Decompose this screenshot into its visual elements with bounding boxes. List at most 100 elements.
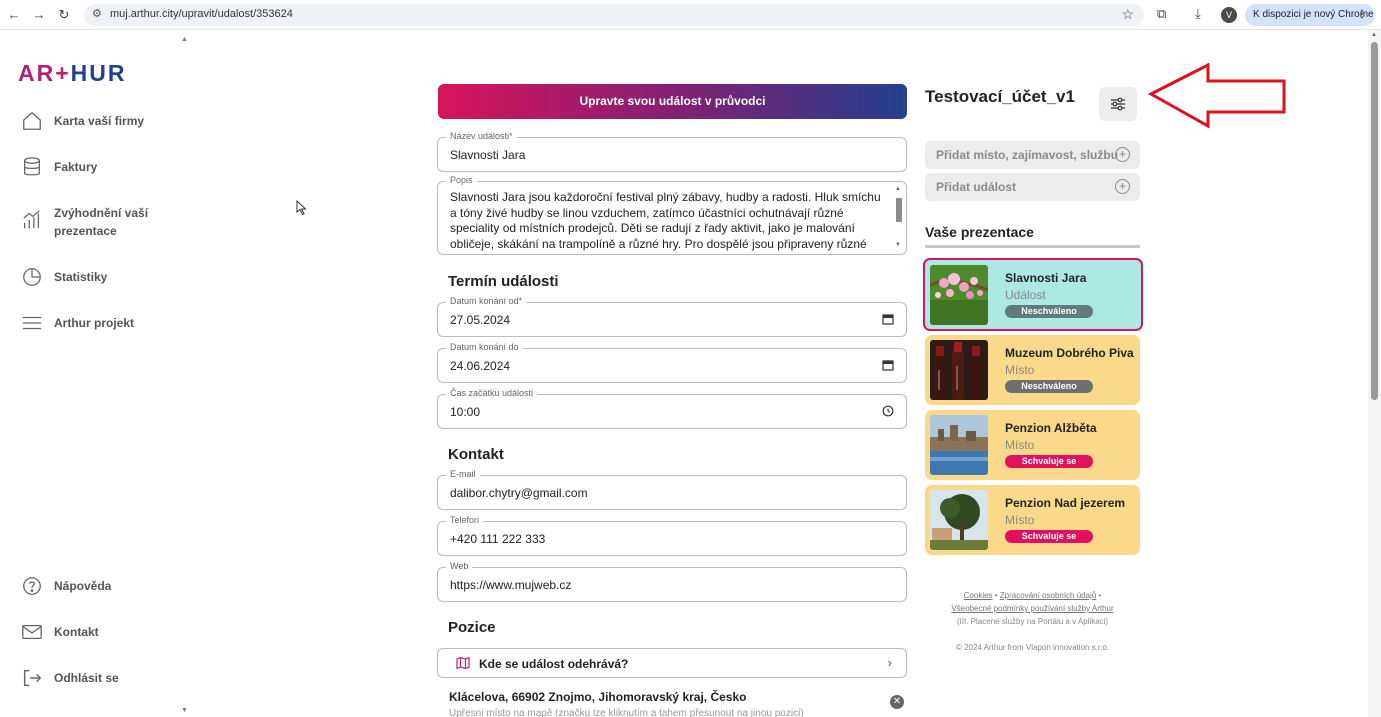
help-icon: [20, 574, 44, 598]
page-scrollbar[interactable]: ▲: [1368, 30, 1381, 717]
pie-chart-icon: [20, 265, 44, 289]
date-from-field[interactable]: Datum konání od* 27.05.2024: [437, 296, 907, 337]
sliders-icon: [1111, 97, 1125, 111]
field-label: Web: [446, 561, 473, 571]
field-value: Slavnosti Jara jsou každoroční festival …: [450, 190, 881, 251]
database-icon: [20, 155, 44, 179]
sidebar-item-label: Nápověda: [54, 579, 112, 593]
sidebar-item-logout[interactable]: Odhlásit se: [20, 666, 119, 690]
card-type: Místo: [1005, 363, 1035, 377]
privacy-link[interactable]: Zpracování osobních údajů: [1000, 591, 1097, 600]
card-name: Slavnosti Jara: [1005, 271, 1087, 285]
add-event-button[interactable]: Přidat událost +: [925, 173, 1140, 201]
forward-icon[interactable]: →: [31, 6, 47, 24]
field-label: Název události*: [446, 131, 517, 141]
settings-button[interactable]: [1099, 87, 1137, 121]
presentation-card-muzeum-dobreho-piva[interactable]: Muzeum Dobrého Piva Místo Neschváleno: [925, 335, 1140, 405]
extensions-icon[interactable]: ⧉: [1157, 6, 1166, 22]
web-field[interactable]: Web https://www.mujweb.cz: [437, 561, 907, 602]
download-icon[interactable]: ⤓: [1195, 6, 1201, 22]
field-value: 10:00: [450, 405, 481, 419]
card-type: Místo: [1005, 438, 1035, 452]
sidebar-item-label: Zvýhodnění vaší prezentace: [54, 204, 148, 240]
status-badge: Neschváleno: [1005, 380, 1093, 393]
clear-address-icon[interactable]: ✕: [890, 695, 904, 709]
terms-link[interactable]: Všeobecné podmínky používání služby Arth…: [951, 604, 1113, 613]
sidebar-item-label: Karta vaší firmy: [54, 114, 145, 128]
add-place-button[interactable]: Přidat místo, zajímavost, službu +: [925, 141, 1140, 169]
mouse-cursor-icon: [296, 200, 307, 216]
presentation-card-penzion-alzbeta[interactable]: Penzion Alžběta Místo Schvaluje se: [925, 410, 1140, 480]
email-field[interactable]: E-mail dalibor.chytry@gmail.com: [437, 469, 907, 510]
site-settings-icon[interactable]: ⚙: [92, 7, 102, 20]
presentation-card-slavnosti-jara[interactable]: Slavnosti Jara Událost Neschváleno: [923, 258, 1143, 331]
sidebar-item-promotion[interactable]: Zvýhodnění vaší prezentace: [20, 204, 148, 240]
sidebar-item-help[interactable]: Nápověda: [20, 574, 111, 598]
footer-links-line-1: Cookies • Zpracování osobních údajů •: [925, 591, 1140, 600]
sidebar-item-label: Faktury: [54, 160, 98, 174]
phone-field[interactable]: Telefon +420 111 222 333: [437, 515, 907, 556]
sidebar-scroll-up-icon[interactable]: ▲: [181, 36, 188, 43]
wizard-banner-button[interactable]: Upravte svou událost v průvodci: [438, 84, 907, 119]
footer-terms-note: (III. Placené služby na Portálu a v Apli…: [956, 617, 1109, 626]
sidebar-item-label: Kontakt: [54, 625, 99, 639]
page-scroll-thumb[interactable]: [1371, 42, 1378, 400]
textarea-scrollbar[interactable]: ▲ ▼: [895, 186, 903, 250]
field-value: Slavnosti Jara: [450, 148, 526, 162]
field-label: Popis: [446, 175, 477, 185]
back-icon[interactable]: ←: [6, 6, 22, 24]
mail-icon: [20, 620, 44, 644]
browser-toolbar: ← → ↻ ⚙ muj.arthur.city/upravit/udalost/…: [0, 0, 1381, 30]
chevron-right-icon: ›: [887, 655, 892, 670]
card-name: Muzeum Dobrého Piva: [1005, 346, 1134, 360]
sidebar-item-contact[interactable]: Kontakt: [20, 620, 99, 644]
logo-plus: +: [55, 60, 71, 86]
sidebar-item-label: Odhlásit se: [54, 671, 119, 685]
profile-avatar[interactable]: V: [1221, 7, 1237, 23]
field-label: Čas začátku události: [446, 388, 538, 398]
bookmark-star-icon[interactable]: ☆: [1121, 6, 1134, 23]
scroll-up-icon[interactable]: ▲: [895, 186, 901, 192]
add-place-label: Přidat místo, zajímavost, službu: [936, 148, 1119, 162]
field-label: Datum konání od*: [446, 296, 527, 306]
scroll-thumb[interactable]: [896, 198, 902, 222]
menu-icon: [20, 311, 44, 335]
description-textarea[interactable]: Popis Slavnosti Jara jsou každoroční fes…: [437, 175, 907, 255]
chrome-update-button[interactable]: K dispozici je nový Chrome ⋮: [1245, 4, 1375, 26]
bar-chart-icon: [20, 208, 44, 232]
calendar-icon[interactable]: [882, 359, 894, 374]
presentation-card-penzion-nad-jezerem[interactable]: Penzion Nad jezerem Místo Schvaluje se: [925, 485, 1140, 555]
scroll-up-icon[interactable]: ▲: [1371, 32, 1377, 38]
url-text: muj.arthur.city/upravit/udalost/353624: [110, 8, 293, 20]
clock-icon[interactable]: [882, 405, 894, 420]
address-bar[interactable]: ⚙ muj.arthur.city/upravit/udalost/353624…: [84, 4, 1144, 26]
cookies-link[interactable]: Cookies: [964, 591, 993, 600]
field-value: +420 111 222 333: [450, 532, 546, 546]
sidebar-scroll-down-icon[interactable]: ▼: [181, 707, 188, 714]
address-hint: Upřesni místo na mapě (značku lze kliknu…: [449, 708, 804, 717]
date-to-field[interactable]: Datum konání do 24.06.2024: [437, 342, 907, 383]
sidebar-item-statistics[interactable]: Statistiky: [20, 265, 107, 289]
arthur-logo[interactable]: AR+HUR: [18, 60, 127, 87]
plus-circle-icon: +: [1115, 147, 1130, 162]
sidebar-item-company-card[interactable]: Karta vaší firmy: [20, 109, 144, 133]
label-line-2: prezentace: [54, 224, 117, 238]
start-time-field[interactable]: Čas začátku události 10:00: [437, 388, 907, 429]
card-thumbnail-flowers: [930, 265, 988, 325]
event-name-field[interactable]: Název události* Slavnosti Jara: [437, 131, 907, 172]
sidebar-item-invoices[interactable]: Faktury: [20, 155, 97, 179]
sidebar-item-label: Statistiky: [54, 270, 108, 284]
presentations-divider: [925, 245, 1140, 248]
label-line-1: Zvýhodnění vaší: [54, 206, 149, 220]
scroll-down-icon[interactable]: ▼: [895, 242, 901, 248]
update-label: K dispozici je nový Chrome: [1253, 9, 1374, 20]
sidebar-item-arthur-project[interactable]: Arthur projekt: [20, 311, 134, 335]
logo-hur: HUR: [70, 60, 127, 86]
home-icon: [20, 109, 44, 133]
location-picker-button[interactable]: Kde se událost odehrává? ›: [437, 648, 907, 678]
reload-icon[interactable]: ↻: [56, 6, 72, 24]
position-section-title: Pozice: [448, 619, 496, 636]
field-label: E-mail: [446, 469, 480, 479]
field-value: dalibor.chytry@gmail.com: [450, 486, 588, 500]
calendar-icon[interactable]: [882, 313, 894, 328]
